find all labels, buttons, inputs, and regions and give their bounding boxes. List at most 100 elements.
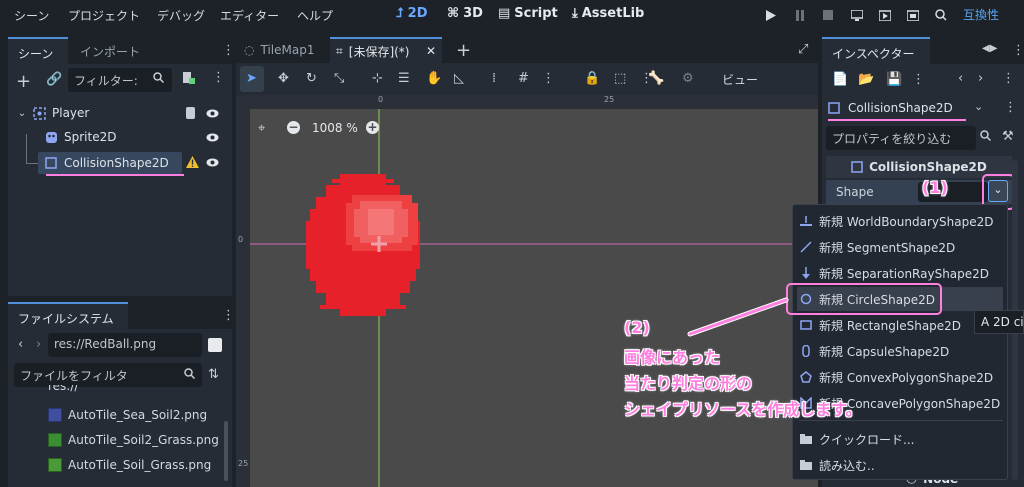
rotate-icon[interactable]: ↻	[306, 71, 317, 86]
resource-options-icon[interactable]: ⋮	[912, 72, 925, 87]
more-options-icon[interactable]: ⋮	[222, 308, 235, 323]
view-menu[interactable]: ビュー	[722, 71, 758, 88]
sort-icon[interactable]: ⇅	[208, 367, 219, 382]
menu-item-world-boundary[interactable]: 新規 WorldBoundaryShape2D	[797, 209, 1003, 233]
play-icon[interactable]	[764, 8, 778, 22]
tree-row-collisionshape2d[interactable]: CollisionShape2D	[38, 152, 182, 174]
warning-icon[interactable]	[186, 156, 199, 168]
menu-item-load[interactable]: 読み込む..	[797, 453, 1003, 477]
path-field[interactable]: res://RedBall.png	[48, 333, 202, 357]
grid-snap-icon[interactable]: #	[518, 71, 529, 86]
back-icon[interactable]: ‹	[18, 337, 23, 352]
root-label: res://	[48, 385, 79, 393]
tileset-thumbnail	[48, 433, 62, 447]
menu-item-separation-ray[interactable]: 新規 SeparationRayShape2D	[797, 261, 1003, 285]
tab-scene[interactable]: シーン	[8, 37, 68, 64]
3d-icon: ⌘	[447, 6, 460, 21]
workspace-script-button[interactable]: ▤ Script	[498, 6, 558, 21]
menu-item-rectangle[interactable]: 新規 RectangleShape2D	[797, 313, 1003, 337]
distraction-free-icon[interactable]: ⤢	[798, 42, 808, 57]
zoom-out-icon[interactable]: −	[287, 121, 300, 134]
scale-icon[interactable]: ⤡	[334, 71, 344, 86]
history-forward-icon[interactable]: ›	[978, 71, 983, 86]
selected-node-selector[interactable]: CollisionShape2D	[824, 96, 994, 120]
stop-icon[interactable]	[821, 8, 835, 22]
tab-tilemap1[interactable]: ◌ TileMap1	[244, 43, 314, 57]
script-icon[interactable]	[186, 106, 197, 120]
tab-nav-icon[interactable]: ◀▶	[982, 43, 997, 54]
instance-scene-icon[interactable]: 🔗	[46, 72, 62, 87]
center-view-icon[interactable]: ⌖	[258, 121, 265, 136]
settings-tools-icon[interactable]: ⚒	[1002, 129, 1014, 144]
bone-icon[interactable]: 🦴	[648, 71, 664, 86]
file-filter-input[interactable]: ファイルをフィルタ	[14, 363, 202, 387]
annotation-text-line1: 画像にあった	[624, 348, 721, 367]
menu-item-segment[interactable]: 新規 SegmentShape2D	[797, 235, 1003, 259]
pause-icon[interactable]	[793, 8, 807, 22]
workspace-assetlib-button[interactable]: ⤓ AssetLib	[572, 6, 644, 21]
add-node-icon[interactable]: +	[16, 71, 31, 92]
scrollbar[interactable]	[224, 421, 228, 481]
more-options-icon[interactable]: ⋮	[222, 43, 235, 58]
save-resource-icon[interactable]: 💾	[886, 72, 902, 87]
menu-scene[interactable]: シーン	[14, 7, 49, 24]
camera-override-icon[interactable]: ⚙	[682, 71, 694, 86]
menu-item-quick-load[interactable]: クイックロード...	[797, 427, 1003, 451]
measure-icon[interactable]: ◺	[454, 71, 464, 86]
ruler-mark: 0	[378, 95, 384, 104]
zoom-in-icon[interactable]: +	[366, 121, 379, 134]
menu-help[interactable]: ヘルプ	[297, 7, 333, 24]
tab-filesystem[interactable]: ファイルシステム	[8, 302, 128, 329]
file-item[interactable]: AutoTile_Sea_Soil2.png	[48, 404, 207, 426]
visibility-eye-icon[interactable]	[206, 158, 219, 167]
menu-editor[interactable]: エディター	[220, 7, 279, 24]
visibility-eye-icon[interactable]	[206, 109, 219, 118]
attach-script-icon[interactable]	[182, 72, 195, 85]
editor-tabbar: ◌ TileMap1 ⌗ [未保存](*) ✕ + ⤢	[236, 37, 818, 63]
file-item[interactable]: AutoTile_Soil2_Grass.png	[48, 429, 219, 451]
tab-import[interactable]: インポート	[70, 37, 150, 64]
movie-maker-icon[interactable]	[934, 8, 948, 22]
menu-project[interactable]: プロジェクト	[68, 7, 140, 24]
chevron-down-icon[interactable]: ⌄	[974, 100, 983, 113]
more-options-icon[interactable]: ⋮	[212, 70, 225, 85]
menu-item-capsule[interactable]: 新規 CapsuleShape2D	[797, 339, 1003, 363]
tab-unsaved[interactable]: ⌗ [未保存](*) ✕	[330, 37, 442, 63]
pan-hand-icon[interactable]: ✋	[426, 71, 442, 86]
object-tools-icon[interactable]: ⋮	[1004, 100, 1017, 115]
workspace-2d-button[interactable]: ⮥ 2D	[396, 6, 428, 21]
renderer-selector[interactable]: 互換性	[963, 6, 999, 23]
split-mode-icon[interactable]	[208, 338, 222, 352]
list-select-icon[interactable]: ☰	[398, 71, 410, 86]
smart-snap-icon[interactable]: ⁞	[492, 71, 496, 86]
group-icon[interactable]: ⬚	[614, 71, 626, 86]
history-menu-icon[interactable]: ⋮	[1002, 71, 1015, 86]
visibility-eye-icon[interactable]	[206, 133, 219, 142]
open-resource-icon[interactable]: 📂	[858, 72, 874, 87]
play-scene-icon[interactable]	[878, 8, 892, 22]
snap-options-icon[interactable]: ⋮	[542, 71, 555, 86]
new-tab-icon[interactable]: +	[456, 40, 471, 61]
file-item[interactable]: AutoTile_Soil_Grass.png	[48, 454, 211, 476]
property-filter-input[interactable]: プロパティを絞り込む	[826, 126, 976, 150]
tab-inspector[interactable]: インスペクター	[822, 37, 930, 64]
lock-icon[interactable]: 🔒	[584, 71, 600, 86]
menu-item-convex-polygon[interactable]: 新規 ConvexPolygonShape2D	[797, 365, 1003, 389]
history-back-icon[interactable]: ‹	[958, 71, 963, 86]
chevron-down-icon[interactable]: ⌄	[16, 108, 28, 119]
new-resource-icon[interactable]: 📄	[832, 72, 848, 87]
remote-debug-icon[interactable]	[850, 8, 864, 22]
tree-row-player[interactable]: ⌄ Player	[8, 102, 232, 124]
workspace-3d-button[interactable]: ⌘ 3D	[447, 6, 483, 21]
tree-row-sprite2d[interactable]: Sprite2D	[8, 126, 232, 148]
more-options-icon[interactable]: ⋮	[1012, 43, 1024, 58]
close-icon[interactable]: ✕	[426, 44, 436, 58]
tree-root-row[interactable]: res://	[20, 385, 80, 393]
menu-debug[interactable]: デバッグ	[157, 7, 205, 24]
collisionshape-icon	[828, 102, 840, 114]
ruler-tool-icon[interactable]: ⊹	[372, 71, 383, 86]
play-custom-scene-icon[interactable]	[906, 8, 920, 22]
move-icon[interactable]: ✥	[278, 71, 289, 86]
zoom-level[interactable]: 1008 %	[312, 121, 358, 135]
forward-icon[interactable]: ›	[36, 337, 41, 352]
